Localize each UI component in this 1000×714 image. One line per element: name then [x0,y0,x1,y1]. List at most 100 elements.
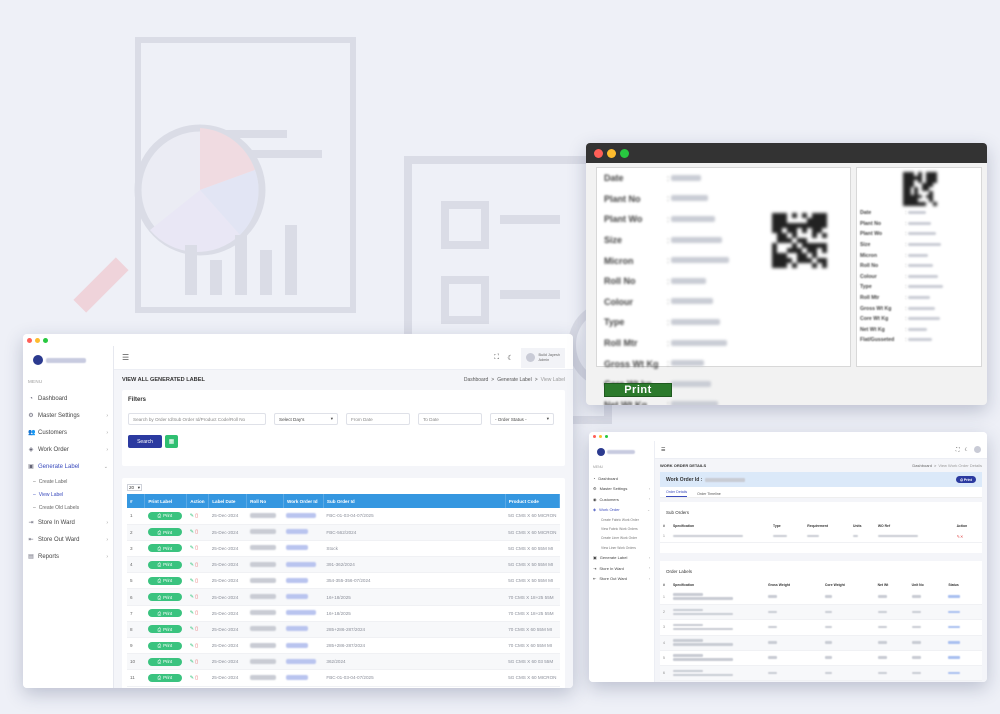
work-order-id[interactable] [283,524,324,541]
print-button[interactable]: ⎙ Print [147,511,182,520]
print-button[interactable]: ⎙ Print [147,641,182,650]
maximize-dot[interactable] [620,148,629,158]
sidebar-item-customers[interactable]: ◉ Customers › [589,494,654,505]
tab-order-details[interactable]: Order Details [666,490,688,497]
sidebar-item-reports[interactable]: ▤ Reports › [23,548,113,565]
order-status-select[interactable]: - Order Status - ▾ [490,413,554,425]
user-menu[interactable]: Build Jayesh Admin [521,347,565,368]
days-select[interactable]: Select Day's ▾ [274,413,338,425]
close-dot[interactable] [593,435,596,438]
col-header[interactable]: Roll No [246,494,284,508]
minimize-dot[interactable] [607,148,616,158]
table-row[interactable]: 1 ✎✕ [660,531,982,543]
sidebar-item-store-out-ward[interactable]: ⇤ Store Out Ward › [23,531,113,548]
work-order-id[interactable] [283,669,324,687]
col-header[interactable]: # [127,494,146,508]
table-row[interactable]: 10 ⎙ Print ✎ ▯ 25-Dec-2024 362/2024 5G CMS X 6… [127,653,560,671]
delete-icon[interactable]: ▯ [195,562,198,568]
search-input[interactable]: Search by Order Id/Sub Order Id/Product … [128,413,266,425]
to-date-input[interactable]: To Date [418,413,482,425]
sidebar-item-dashboard[interactable]: ◔ Dashboard [23,390,113,407]
edit-icon[interactable]: ✎ [190,659,194,665]
delete-icon[interactable]: ✎✕ [957,534,964,539]
excel-export-button[interactable]: ▦ [165,435,178,448]
avatar[interactable] [974,446,981,453]
close-dot[interactable] [27,337,32,343]
sidebar-item-work-order[interactable]: ◈ Work Order › [23,441,113,458]
hamburger-icon[interactable]: ☰ [661,447,665,453]
work-order-id[interactable] [283,508,324,525]
table-row[interactable]: 6 [660,665,982,682]
search-button[interactable]: Search [128,435,162,448]
page-size-select[interactable]: 20 ▾ [127,484,142,491]
sidebar-item-generate-label[interactable]: ▣ Generate Label ⌄ [23,458,113,475]
print-button[interactable]: ⎙ Print [147,576,182,585]
delete-icon[interactable]: ▯ [195,513,198,519]
print-button[interactable]: ⎙ Print [147,657,182,666]
fullscreen-icon[interactable]: ⛶ [956,447,960,453]
table-row[interactable]: 6 ⎙ Print ✎ ▯ 25-Dec-2024 16+18/2025 70 CMS X … [127,588,560,606]
work-order-print-button[interactable]: ⎙ Print [956,476,976,483]
work-order-id[interactable] [283,605,324,622]
sidebar-subitem[interactable]: View Liner Work Orders [589,543,654,552]
col-header[interactable]: Print Label [144,494,188,508]
work-order-id[interactable] [283,572,324,590]
edit-icon[interactable]: ✎ [190,562,194,568]
sidebar-item-master-settings[interactable]: ⚙ Master Settings › [23,407,113,424]
table-row[interactable]: 8 ⎙ Print ✎ ▯ 25-Dec-2024 285+286-287/2024 70 … [127,621,560,639]
sidebar-item-store-out-ward[interactable]: ⇤ Store Out Ward › [589,574,654,585]
delete-icon[interactable]: ▯ [195,594,198,600]
maximize-dot[interactable] [43,337,48,343]
table-row[interactable]: 1 [660,589,982,606]
edit-icon[interactable]: ✎ [190,529,194,535]
table-row[interactable]: 2 ⎙ Print ✎ ▯ 25-Dec-2024 FBC-562/2024 5G CMS … [127,524,560,541]
delete-icon[interactable]: ▯ [195,578,198,584]
work-order-id[interactable] [283,621,324,639]
from-date-input[interactable]: From Date [346,413,410,425]
delete-icon[interactable]: ▯ [195,610,198,616]
label-print-button[interactable]: Print [604,383,672,397]
print-button[interactable]: ⎙ Print [147,544,182,553]
company-logo[interactable] [33,349,103,371]
dark-mode-icon[interactable]: ☾ [965,447,969,453]
table-row[interactable]: 7 ⎙ Print ✎ ▯ 25-Dec-2024 16+18/2025 70 CMS X … [127,605,560,622]
fullscreen-icon[interactable]: ⛶ [494,354,499,362]
edit-icon[interactable]: ✎ [190,545,194,551]
maximize-dot[interactable] [605,435,608,438]
col-header[interactable]: Work Order Id [283,494,324,508]
work-order-id[interactable] [283,588,324,606]
close-dot[interactable] [594,148,603,158]
sidebar-item-customers[interactable]: 👥 Customers › [23,424,113,441]
sidebar-subitem[interactable]: Create Liner Work Order [589,534,654,543]
sidebar-item-master-settings[interactable]: ⚙ Master Settings › [589,484,654,495]
print-button[interactable]: ⎙ Print [147,528,182,537]
table-row[interactable]: 5 ⎙ Print ✎ ▯ 25-Dec-2024 354-355-356-07/2024… [127,572,560,590]
delete-icon[interactable]: ▯ [195,675,198,681]
col-header[interactable]: Sub Order Id [323,494,506,508]
table-row[interactable]: 4 ⎙ Print ✎ ▯ 25-Dec-2024 391-362/2024 5G CMS … [127,556,560,574]
table-row[interactable]: 11 ⎙ Print ✎ ▯ 25-Dec-2024 FBC-01-03-04-07/20… [127,669,560,687]
work-order-id[interactable] [283,540,324,558]
sidebar-subitem[interactable]: View Fabric Work Orders [589,524,654,533]
sidebar-item-work-order[interactable]: ◈ Work Order ⌄ [589,505,654,516]
table-row[interactable]: 3 [660,619,982,636]
col-header[interactable]: Action [186,494,210,508]
breadcrumb-generate-label[interactable]: Generate Label [497,377,531,383]
breadcrumb-dashboard[interactable]: Dashboard [912,463,932,468]
sidebar-item-generate-label[interactable]: ▣ Generate Label › [589,553,654,564]
sidebar-subitem-create-label[interactable]: – Create Label [23,475,113,488]
col-header[interactable]: Product Code [505,494,561,508]
table-row[interactable]: 3 ⎙ Print ✎ ▯ 25-Dec-2024 Stock 5G CMS X 60 55… [127,540,560,558]
delete-icon[interactable]: ▯ [195,643,198,649]
edit-icon[interactable]: ✎ [190,675,194,681]
sidebar-subitem-create-old-labels[interactable]: – Create Old Labels [23,501,113,514]
table-row[interactable]: 2 [660,604,982,621]
delete-icon[interactable]: ▯ [195,545,198,551]
sidebar-item-dashboard[interactable]: ◔ Dashboard [589,473,654,484]
edit-icon[interactable]: ✎ [190,610,194,616]
table-row[interactable]: 1 ⎙ Print ✎ ▯ 25-Dec-2024 FBC-01-03-04-07/202… [127,508,560,525]
print-button[interactable]: ⎙ Print [147,673,182,682]
company-logo[interactable] [597,443,646,461]
tab-order-timeline[interactable]: Order Timeline [697,492,721,496]
work-order-id[interactable] [283,653,324,671]
